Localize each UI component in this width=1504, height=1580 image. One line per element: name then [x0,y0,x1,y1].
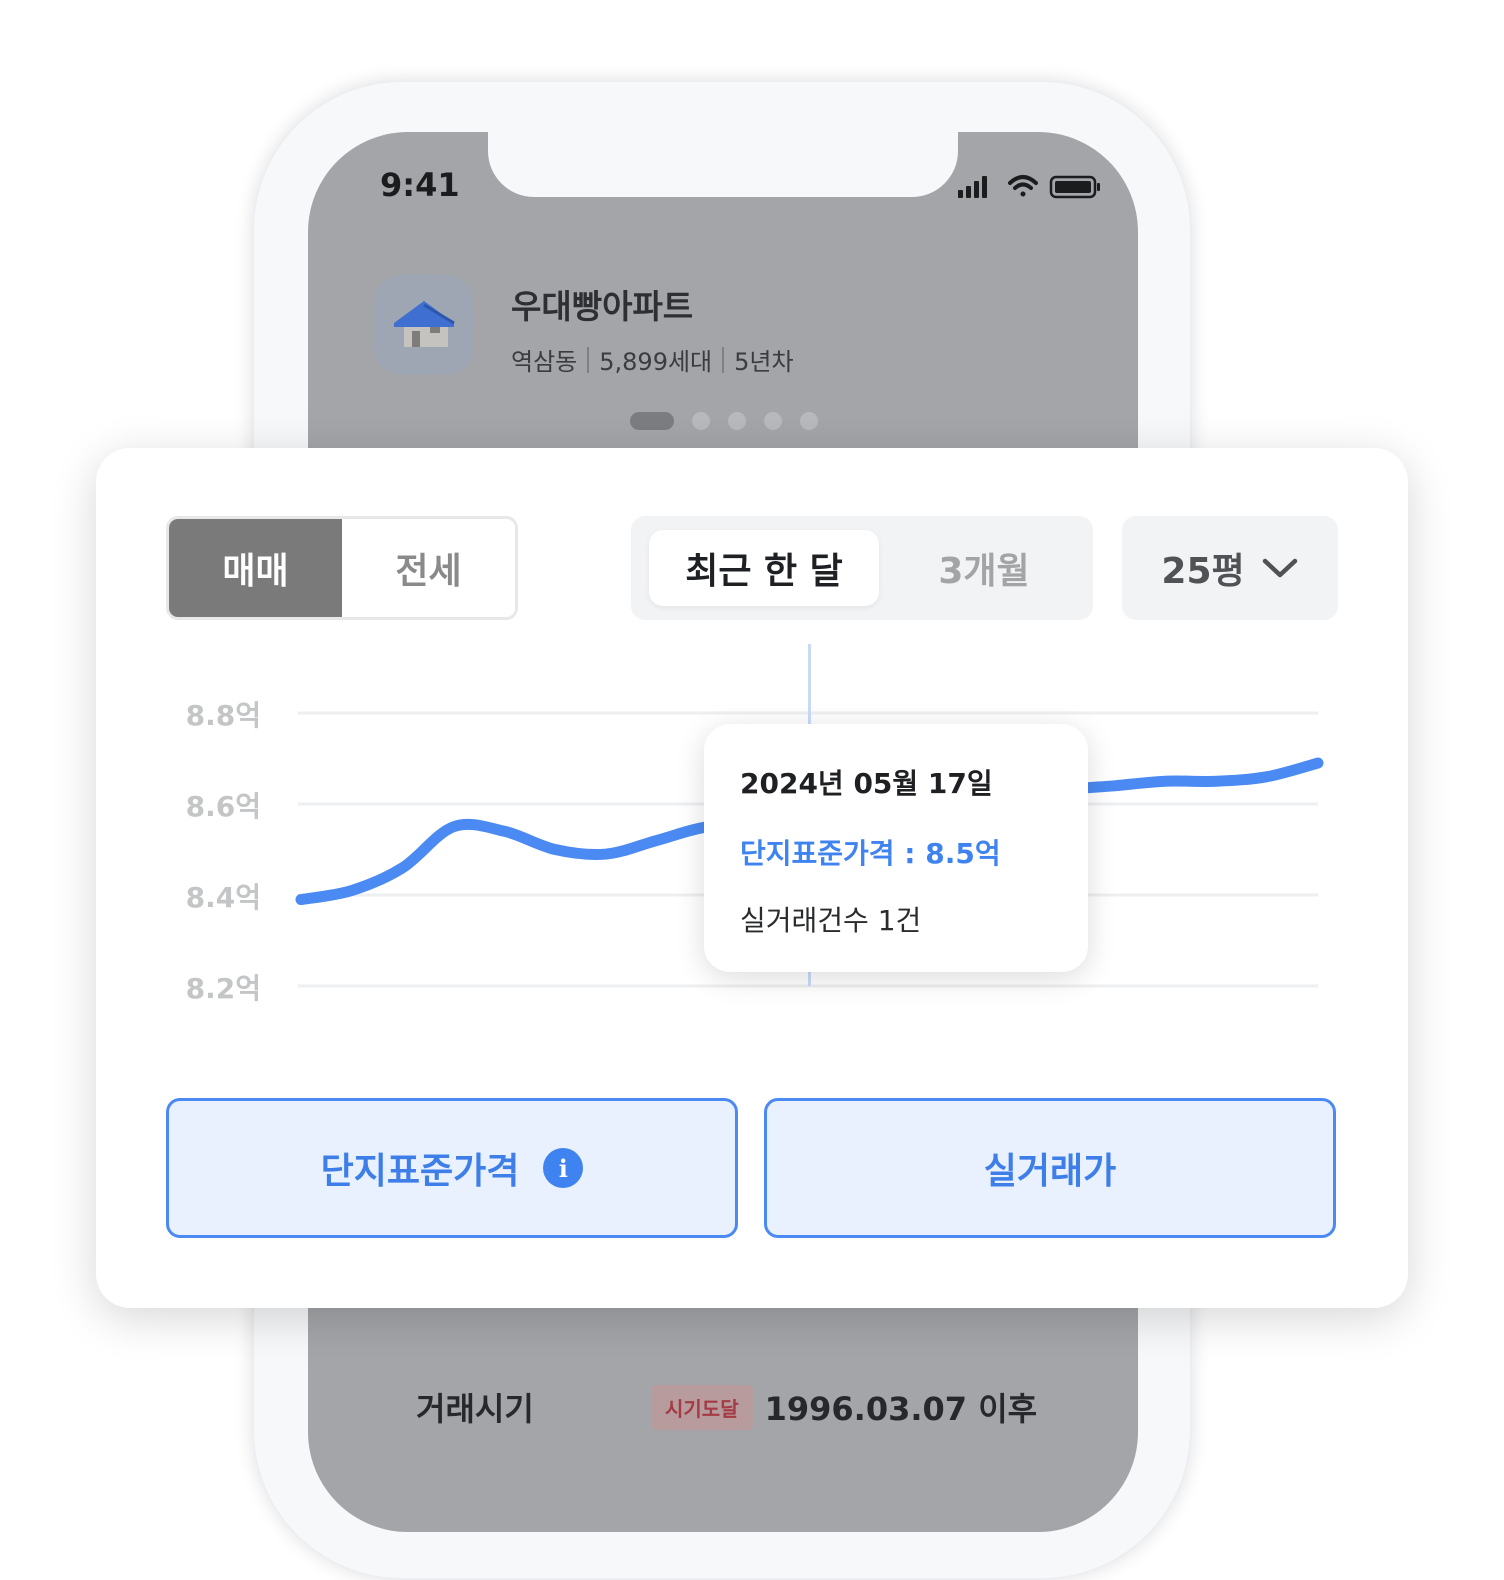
standard-price-button[interactable]: 단지표준가격 i [166,1098,738,1238]
period-toggle[interactable]: 최근 한 달 3개월 [631,516,1093,620]
apartment-location: 역삼동 [511,348,578,376]
wifi-icon [1008,175,1038,197]
tooltip-price: 단지표준가격 : 8.5억 [740,837,1001,870]
size-value: 25평 [1161,551,1245,592]
apartment-name: 우대빵아파트 [511,287,694,326]
meta-divider [722,346,725,373]
deal-timing-row: 거래시기 시기도달 1996.03.07 이후 [416,1372,1056,1442]
meta-divider [587,346,590,373]
real-price-label: 실거래가 [983,1151,1117,1192]
tab-sale[interactable]: 매매 [169,519,342,617]
page-indicator[interactable] [630,412,818,430]
deal-timing-date: 1996.03.07 이후 [764,1390,1038,1428]
y-tick-label: 8.4억 [186,881,261,914]
info-icon[interactable]: i [543,1148,584,1188]
page-dot[interactable] [728,412,746,430]
standard-price-label: 단지표준가격 [320,1151,520,1192]
apartment-icon-box [374,275,474,375]
house-icon [394,301,455,347]
apartment-age: 5년차 [734,348,794,376]
trade-type-toggle[interactable]: 매매 전세 [166,516,518,620]
y-tick-label: 8.2억 [186,972,261,1005]
page-dot[interactable] [800,412,818,430]
chevron-down-icon [1262,558,1297,578]
deal-timing-label: 거래시기 [416,1390,534,1428]
y-tick-label: 8.6억 [186,790,261,823]
chart-tooltip: 2024년 05월 17일 단지표준가격 : 8.5억 실거래건수 1건 [704,724,1088,972]
tab-three-months[interactable]: 3개월 [891,530,1077,606]
battery-icon [1049,175,1100,199]
signal-icon [958,176,987,198]
apartment-meta: 역삼동 5,899세대 5년차 [511,342,794,377]
page-dot[interactable] [764,412,782,430]
tab-jeonse[interactable]: 전세 [342,519,515,617]
status-icons [958,175,1100,199]
tab-recent-month[interactable]: 최근 한 달 [649,530,879,606]
status-time: 9:41 [380,166,460,204]
y-tick-label: 8.8억 [186,699,261,732]
page-dot[interactable] [692,412,710,430]
page-dot-active[interactable] [630,412,674,430]
status-badge: 시기도달 [651,1384,753,1430]
real-price-button[interactable]: 실거래가 [764,1098,1336,1238]
apartment-households: 5,899세대 [599,348,713,376]
size-dropdown[interactable]: 25평 [1122,516,1338,620]
tooltip-date: 2024년 05월 17일 [740,767,993,800]
price-chart-card: 매매 전세 최근 한 달 3개월 25평 8.8억 8.6억 8.4억 8.2억 20… [96,448,1408,1308]
phone-notch [488,132,958,197]
tooltip-count: 실거래건수 1건 [740,904,922,937]
